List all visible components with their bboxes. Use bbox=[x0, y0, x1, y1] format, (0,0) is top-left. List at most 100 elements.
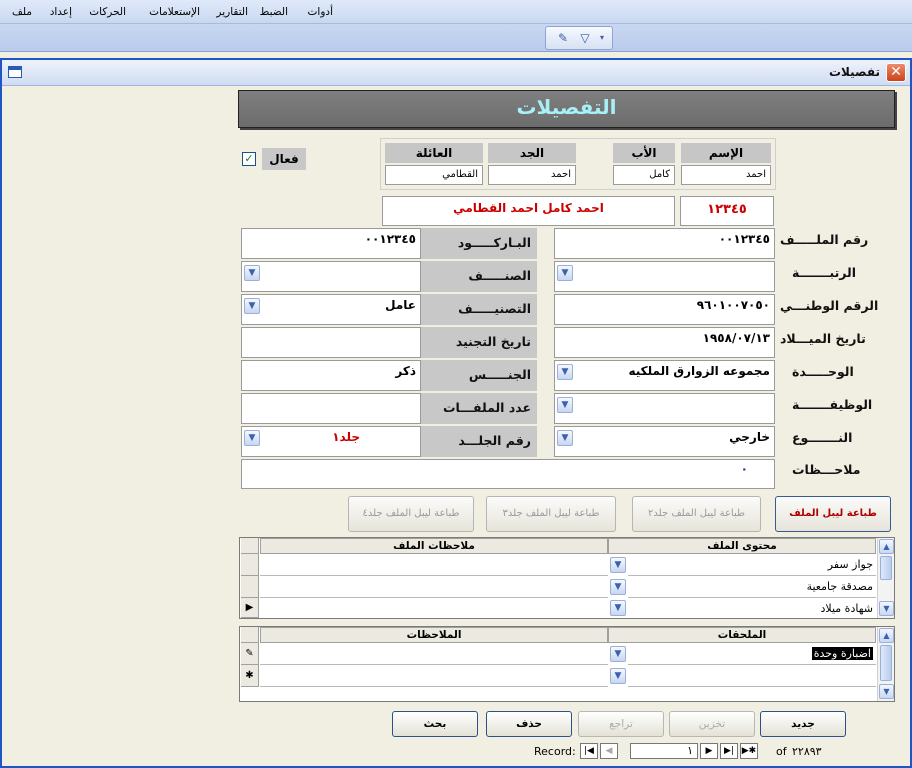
menu-transactions[interactable]: الحركات bbox=[89, 6, 126, 18]
attachments-scrollbar[interactable]: ▲ ▼ bbox=[877, 627, 894, 701]
classification-dropdown-icon[interactable]: ▼ bbox=[244, 298, 260, 314]
filter-icon[interactable]: ▽ bbox=[576, 30, 594, 46]
content-dropdown-icon[interactable]: ▼ bbox=[610, 557, 626, 573]
job-label: الوظيفـــــــة bbox=[792, 397, 873, 412]
menu-bar: ملف إعداد الحركات الإستعلامات التقارير ا… bbox=[0, 0, 912, 24]
table-row-content[interactable]: شهادة ميلاد bbox=[628, 598, 876, 618]
barcode-field[interactable]: ٠٠١٢٣٤٥ bbox=[241, 228, 421, 259]
grandfather-name-field[interactable]: احمد bbox=[488, 165, 576, 185]
father-name-field[interactable]: كامل bbox=[613, 165, 675, 185]
volume-dropdown-icon[interactable]: ▼ bbox=[244, 430, 260, 446]
scroll-down-icon[interactable]: ▼ bbox=[879, 684, 894, 699]
active-checkbox[interactable]: ✓ bbox=[242, 152, 256, 166]
table-row-notes[interactable] bbox=[260, 598, 608, 618]
unit-dropdown-icon[interactable]: ▼ bbox=[557, 364, 573, 380]
volume-value: جلد١ bbox=[332, 430, 360, 444]
attach-value: اضبارة وحدة bbox=[811, 647, 873, 660]
print-label-vol1-button[interactable]: طباعة ليبل الملف جلد١ bbox=[775, 496, 891, 553]
attach-dropdown-icon[interactable]: ▼ bbox=[610, 668, 626, 684]
scroll-up-icon[interactable]: ▲ bbox=[879, 539, 894, 554]
volume-label: رقم الجلـــد bbox=[421, 426, 537, 457]
filter-edit-icon[interactable]: ✎ bbox=[554, 30, 572, 46]
scroll-up-icon[interactable]: ▲ bbox=[879, 628, 894, 643]
file-no-field[interactable]: ٠٠١٢٣٤٥ bbox=[554, 228, 775, 259]
close-button[interactable]: ✕ bbox=[886, 63, 906, 82]
table-row-notes[interactable] bbox=[260, 665, 608, 687]
save-button[interactable]: تخزين bbox=[669, 711, 755, 737]
menu-reports[interactable]: التقارير bbox=[216, 6, 248, 18]
new-record-icon[interactable]: ▶✱ bbox=[740, 743, 758, 759]
table-row-content[interactable]: مصدقة جامعية bbox=[628, 576, 876, 598]
row-selector[interactable] bbox=[241, 576, 259, 598]
notes-field[interactable]: ٠ bbox=[241, 459, 775, 489]
col-attach-notes: الملاحظات bbox=[260, 627, 608, 643]
first-record-icon[interactable]: |◀ bbox=[580, 743, 598, 759]
print-label-vol4-button[interactable]: طباعة ليبل الملف جلد٤ bbox=[348, 496, 474, 532]
table-row-attach[interactable]: اضبارة وحدة bbox=[628, 643, 876, 665]
form-title: التفصيلات bbox=[516, 95, 617, 119]
scroll-down-icon[interactable]: ▼ bbox=[879, 601, 894, 616]
contents-scrollbar[interactable]: ▲ ▼ bbox=[877, 538, 894, 618]
menu-tools[interactable]: أدوات bbox=[308, 6, 333, 18]
birth-date-field[interactable]: ١٩٥٨/٠٧/١٣ bbox=[554, 327, 775, 358]
content-dropdown-icon[interactable]: ▼ bbox=[610, 600, 626, 616]
menu-setup[interactable]: إعداد bbox=[50, 6, 72, 18]
attach-dropdown-icon[interactable]: ▼ bbox=[610, 646, 626, 662]
table-row-attach[interactable] bbox=[628, 665, 876, 687]
full-name-field[interactable]: احمد كامل احمد القطامي bbox=[382, 196, 675, 226]
menu-queries[interactable]: الإستعلامات bbox=[149, 6, 200, 18]
window-titlebar: تفصيلات ✕ bbox=[2, 60, 910, 86]
files-count-label: عدد الملفـــات bbox=[421, 393, 537, 424]
enlist-date-field[interactable] bbox=[241, 327, 421, 358]
dropdown-arrow-icon[interactable]: ▾ bbox=[596, 30, 608, 46]
content-dropdown-icon[interactable]: ▼ bbox=[610, 579, 626, 595]
toolbar-area bbox=[0, 24, 912, 52]
current-record-field[interactable]: ١ bbox=[630, 743, 698, 759]
col-attachments: الملحقات bbox=[608, 627, 876, 643]
classification-label: التصنيـــــف bbox=[421, 294, 537, 325]
scroll-thumb[interactable] bbox=[880, 556, 892, 580]
menu-file[interactable]: ملف bbox=[12, 6, 32, 18]
table-row-notes[interactable] bbox=[260, 576, 608, 598]
delete-button[interactable]: حذف bbox=[486, 711, 572, 737]
category-dropdown-icon[interactable]: ▼ bbox=[244, 265, 260, 281]
rank-dropdown-icon[interactable]: ▼ bbox=[557, 265, 573, 281]
name-panel: الإسم احمد الأب كامل الجد احمد العائلة ا… bbox=[380, 138, 776, 190]
prev-record-icon[interactable]: ◀ bbox=[600, 743, 618, 759]
first-name-field[interactable]: احمد bbox=[681, 165, 771, 185]
code-field[interactable]: ١٢٣٤٥ bbox=[680, 196, 774, 226]
grid-corner bbox=[241, 538, 259, 554]
next-record-icon[interactable]: ▶ bbox=[700, 743, 718, 759]
table-row-notes[interactable] bbox=[260, 554, 608, 576]
category-field[interactable]: ▼ bbox=[241, 261, 421, 292]
type-field[interactable]: خارجي ▼ bbox=[554, 426, 775, 457]
job-dropdown-icon[interactable]: ▼ bbox=[557, 397, 573, 413]
last-record-icon[interactable]: ▶| bbox=[720, 743, 738, 759]
pencil-icon[interactable]: ✎ bbox=[241, 643, 259, 665]
files-count-field[interactable] bbox=[241, 393, 421, 424]
unit-field[interactable]: مجموعه الزوارق الملكيه ▼ bbox=[554, 360, 775, 391]
national-id-field[interactable]: ٩٦٠١٠٠٧٠٥٠ bbox=[554, 294, 775, 325]
table-row-notes[interactable] bbox=[260, 643, 608, 665]
classification-field[interactable]: عامل ▼ bbox=[241, 294, 421, 325]
unit-label: الوحـــــدة bbox=[792, 364, 854, 379]
record-navigator: Record: |◀ ◀ ١ ▶ ▶| ▶✱ of ٢٢٨٩٣ bbox=[534, 743, 834, 761]
menu-control[interactable]: الضبط bbox=[260, 6, 288, 18]
rank-field[interactable]: ▼ bbox=[554, 261, 775, 292]
print-label-vol2-button[interactable]: طباعة ليبل الملف جلد٢ bbox=[632, 496, 761, 532]
search-button[interactable]: بحث bbox=[392, 711, 478, 737]
new-button[interactable]: جديد bbox=[760, 711, 846, 737]
type-dropdown-icon[interactable]: ▼ bbox=[557, 430, 573, 446]
new-row-star-icon[interactable]: ✱ bbox=[241, 665, 259, 687]
volume-field[interactable]: جلد١ ▼ bbox=[241, 426, 421, 457]
row-selector[interactable] bbox=[241, 554, 259, 576]
undo-button[interactable]: تراجع bbox=[578, 711, 664, 737]
job-field[interactable]: ▼ bbox=[554, 393, 775, 424]
attachments-grid: الملاحظات الملحقات ✎ اضبارة وحدة ▼ ✱ ▼ ▲… bbox=[239, 626, 895, 702]
print-label-vol3-button[interactable]: طباعة ليبل الملف جلد٣ bbox=[486, 496, 616, 532]
scroll-thumb[interactable] bbox=[880, 645, 892, 681]
current-row-arrow-icon[interactable]: ▶ bbox=[241, 598, 259, 618]
gender-field[interactable]: ذكر bbox=[241, 360, 421, 391]
table-row-content[interactable]: جواز سفر bbox=[628, 554, 876, 576]
family-name-field[interactable]: القطامي bbox=[385, 165, 483, 185]
